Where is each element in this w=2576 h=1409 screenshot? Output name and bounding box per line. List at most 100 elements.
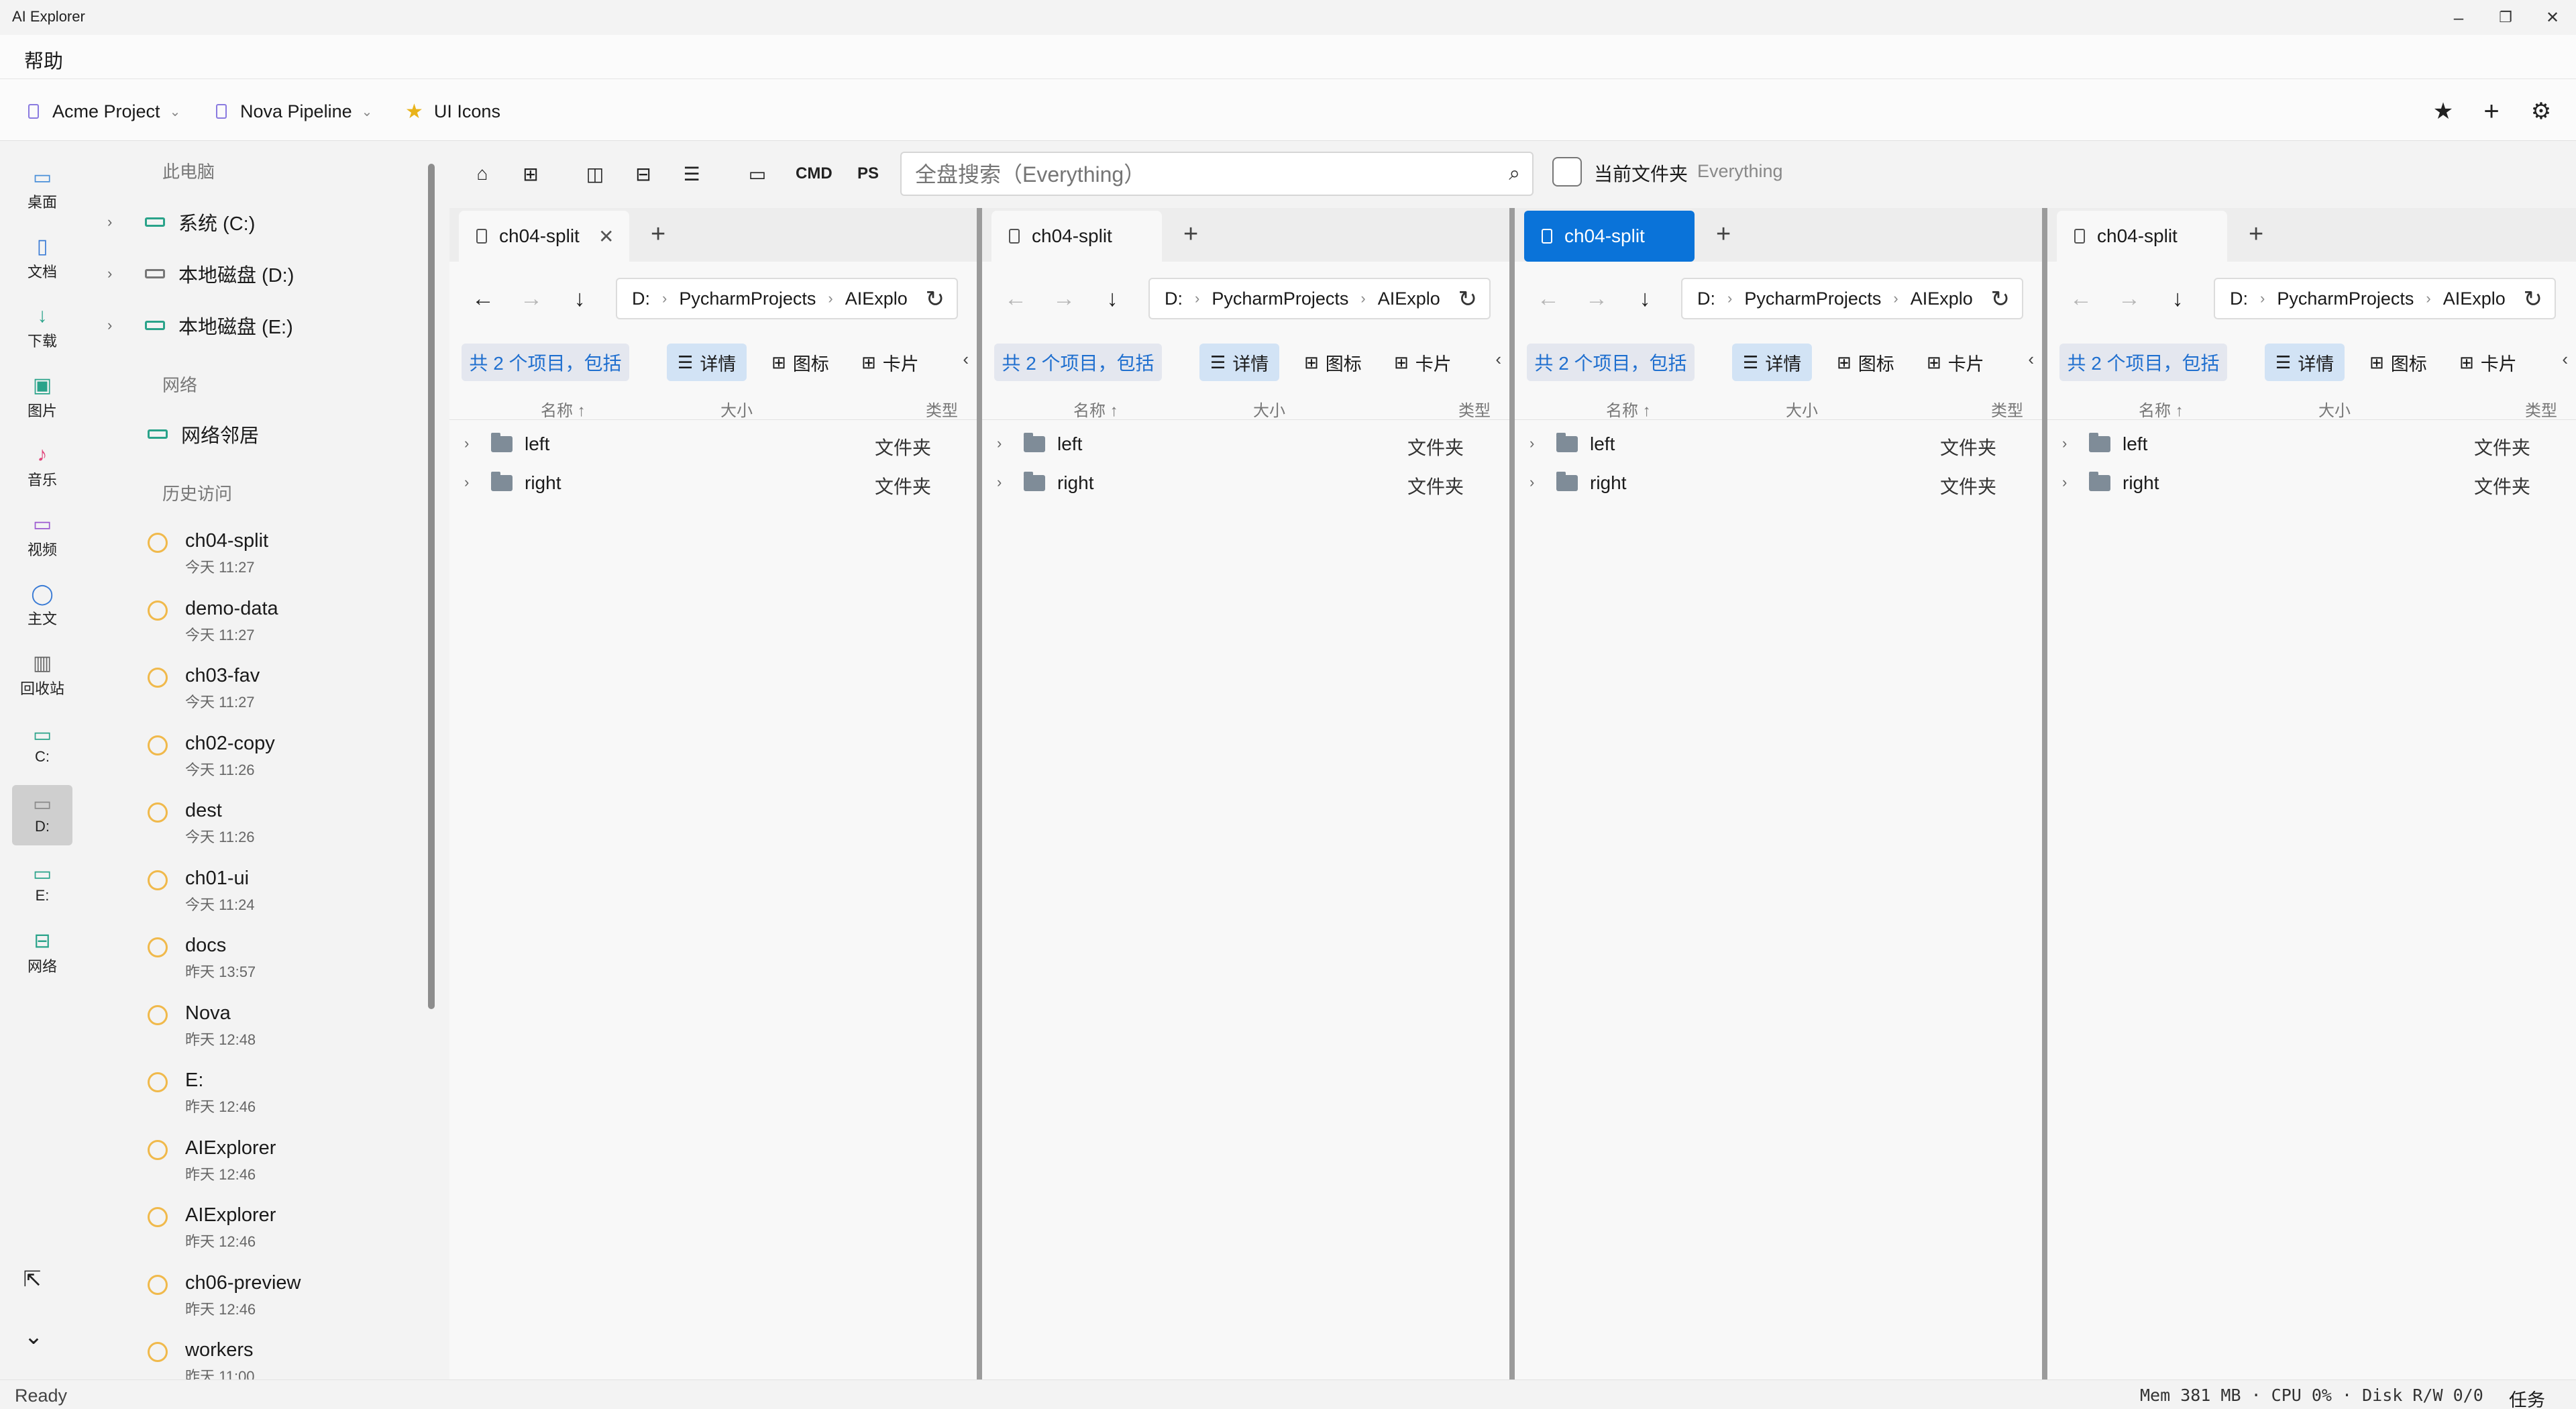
view-details-button[interactable]: ☰ 详情 bbox=[1732, 344, 1813, 381]
breadcrumb-segment[interactable]: PycharmProjects bbox=[1744, 289, 1881, 309]
column-size[interactable]: 大小 bbox=[1253, 397, 1285, 421]
search-icon[interactable]: ⌕ bbox=[1509, 162, 1520, 185]
chevron-left-icon[interactable]: ‹ bbox=[2028, 349, 2034, 370]
breadcrumb-segment[interactable]: D: bbox=[1697, 289, 1715, 309]
chevron-right-icon[interactable]: › bbox=[997, 474, 1002, 491]
rail-item-3[interactable]: ▣ 图片 bbox=[12, 368, 72, 429]
cmd-button[interactable]: CMD bbox=[796, 157, 833, 191]
close-tab-icon[interactable]: ✕ bbox=[598, 225, 614, 248]
file-row[interactable]: › left 文件夹 bbox=[1515, 425, 2042, 464]
chevron-left-icon[interactable]: ‹ bbox=[1495, 349, 1501, 370]
breadcrumb[interactable]: D: › PycharmProjects › AIExplo ↻ bbox=[616, 278, 958, 319]
breadcrumb-segment[interactable]: PycharmProjects bbox=[2277, 289, 2414, 309]
ps-button[interactable]: PS bbox=[857, 157, 879, 191]
chevron-left-icon[interactable]: ‹ bbox=[2562, 349, 2568, 370]
search-input[interactable] bbox=[915, 160, 1492, 189]
view-details-button[interactable]: ☰ 详情 bbox=[2265, 344, 2345, 381]
global-search[interactable]: ⌕ bbox=[900, 152, 1534, 196]
file-row[interactable]: › left 文件夹 bbox=[982, 425, 1509, 464]
home-icon[interactable]: ⌂ bbox=[466, 157, 499, 191]
item-count-badge[interactable]: 共 2 个项目，包括 bbox=[462, 344, 629, 381]
rail-item-4[interactable]: ♪ 音乐 bbox=[12, 437, 72, 498]
column-type[interactable]: 类型 bbox=[1991, 397, 2023, 421]
breadcrumb-segment[interactable]: AIExplo bbox=[845, 289, 908, 309]
forward-arrow-icon[interactable]: → bbox=[2114, 282, 2144, 315]
rail-item-7[interactable]: ▥ 回收站 bbox=[12, 646, 72, 707]
rail-item-9[interactable]: ▭ D: bbox=[12, 784, 72, 845]
nav-drive-c[interactable]: › 系统 (C:) bbox=[107, 205, 255, 239]
chevron-right-icon[interactable]: › bbox=[1529, 474, 1534, 491]
forward-arrow-icon[interactable]: → bbox=[517, 282, 546, 315]
chevron-right-icon[interactable]: › bbox=[107, 213, 134, 231]
down-arrow-icon[interactable]: ↓ bbox=[1097, 282, 1127, 315]
current-folder-checkbox[interactable] bbox=[1552, 157, 1582, 187]
column-size[interactable]: 大小 bbox=[1786, 397, 1818, 421]
rail-item-10[interactable]: ▭ E: bbox=[12, 854, 72, 915]
view-cards-button[interactable]: ⊞ 卡片 bbox=[1916, 344, 1995, 381]
add-tab-button[interactable]: + bbox=[1716, 220, 1731, 249]
breadcrumb[interactable]: D: › PycharmProjects › AIExplo ↻ bbox=[1148, 278, 1491, 319]
nav-drive-e[interactable]: › 本地磁盘 (E:) bbox=[107, 309, 293, 342]
file-row[interactable]: › left 文件夹 bbox=[2047, 425, 2576, 464]
column-name[interactable]: 名称 ↑ bbox=[2139, 397, 2184, 421]
view-cards-button[interactable]: ⊞ 卡片 bbox=[2449, 344, 2528, 381]
breadcrumb-segment[interactable]: AIExplo bbox=[1911, 289, 1973, 309]
refresh-icon[interactable]: ↻ bbox=[1985, 286, 2010, 313]
nav-network-neighborhood[interactable]: 网络邻居 bbox=[148, 417, 259, 451]
column-type[interactable]: 类型 bbox=[1458, 397, 1491, 421]
chevron-right-icon[interactable]: › bbox=[1529, 435, 1534, 452]
collapse-chevron-icon[interactable]: ⌄ bbox=[19, 1322, 48, 1351]
rail-item-2[interactable]: ↓ 下载 bbox=[12, 299, 72, 359]
file-row[interactable]: › right 文件夹 bbox=[449, 464, 977, 503]
workspace-tab[interactable]: ★ UI Icons bbox=[405, 98, 500, 125]
file-row[interactable]: › right 文件夹 bbox=[2047, 464, 2576, 503]
split-horizontal-icon[interactable]: ⊟ bbox=[627, 157, 660, 191]
down-arrow-icon[interactable]: ↓ bbox=[565, 282, 594, 315]
item-count-badge[interactable]: 共 2 个项目，包括 bbox=[2059, 344, 2227, 381]
view-cards-button[interactable]: ⊞ 卡片 bbox=[1383, 344, 1462, 381]
popout-icon[interactable]: ⇱ bbox=[17, 1264, 47, 1294]
chevron-right-icon[interactable]: › bbox=[2062, 474, 2067, 491]
back-arrow-icon[interactable]: ← bbox=[1534, 282, 1563, 315]
refresh-icon[interactable]: ↻ bbox=[920, 286, 945, 313]
column-name[interactable]: 名称 ↑ bbox=[1606, 397, 1651, 421]
add-tab-button[interactable]: + bbox=[2249, 220, 2263, 249]
tab-ch04-split[interactable]: ch04-split bbox=[1524, 211, 1695, 262]
view-details-button[interactable]: ☰ 详情 bbox=[667, 344, 747, 381]
view-cards-button[interactable]: ⊞ 卡片 bbox=[851, 344, 930, 381]
chevron-right-icon[interactable]: › bbox=[107, 317, 134, 334]
chevron-right-icon[interactable]: › bbox=[2062, 435, 2067, 452]
breadcrumb-segment[interactable]: D: bbox=[1165, 289, 1183, 309]
add-tab-button[interactable]: + bbox=[651, 220, 665, 249]
back-arrow-icon[interactable]: ← bbox=[1001, 282, 1030, 315]
rail-item-1[interactable]: ▯ 文档 bbox=[12, 229, 72, 290]
favorite-star-icon[interactable]: ★ bbox=[2428, 97, 2458, 126]
down-arrow-icon[interactable]: ↓ bbox=[2163, 282, 2192, 315]
column-size[interactable]: 大小 bbox=[2318, 397, 2351, 421]
split-vertical-icon[interactable]: ◫ bbox=[578, 157, 612, 191]
view-icons-button[interactable]: ⊞ 图标 bbox=[1826, 344, 1905, 381]
breadcrumb-segment[interactable]: D: bbox=[632, 289, 650, 309]
item-count-badge[interactable]: 共 2 个项目，包括 bbox=[994, 344, 1162, 381]
refresh-icon[interactable]: ↻ bbox=[1452, 286, 1477, 313]
forward-arrow-icon[interactable]: → bbox=[1049, 282, 1079, 315]
file-row[interactable]: › right 文件夹 bbox=[982, 464, 1509, 503]
rail-item-0[interactable]: ▭ 桌面 bbox=[12, 160, 72, 220]
close-button[interactable]: ✕ bbox=[2529, 0, 2576, 35]
tasks-button[interactable]: 任务 bbox=[2509, 1386, 2545, 1409]
breadcrumb[interactable]: D: › PycharmProjects › AIExplo ↻ bbox=[1681, 278, 2023, 319]
down-arrow-icon[interactable]: ↓ bbox=[1630, 282, 1660, 315]
breadcrumb-segment[interactable]: AIExplo bbox=[2443, 289, 2506, 309]
chevron-right-icon[interactable]: › bbox=[107, 265, 134, 282]
tab-ch04-split[interactable]: ch04-split bbox=[2057, 211, 2227, 262]
menu-help[interactable]: 帮助 bbox=[24, 46, 63, 74]
workspace-tab[interactable]: Nova Pipeline ⌄ bbox=[216, 98, 372, 125]
chevron-down-icon[interactable]: ⌄ bbox=[170, 103, 181, 120]
file-row[interactable]: › left 文件夹 bbox=[449, 425, 977, 464]
workspace-tab[interactable]: Acme Project ⌄ bbox=[28, 98, 180, 125]
column-size[interactable]: 大小 bbox=[720, 397, 753, 421]
view-details-button[interactable]: ☰ 详情 bbox=[1199, 344, 1280, 381]
rail-item-5[interactable]: ▭ 视频 bbox=[12, 507, 72, 568]
file-row[interactable]: › right 文件夹 bbox=[1515, 464, 2042, 503]
view-icons-button[interactable]: ⊞ 图标 bbox=[2359, 344, 2438, 381]
